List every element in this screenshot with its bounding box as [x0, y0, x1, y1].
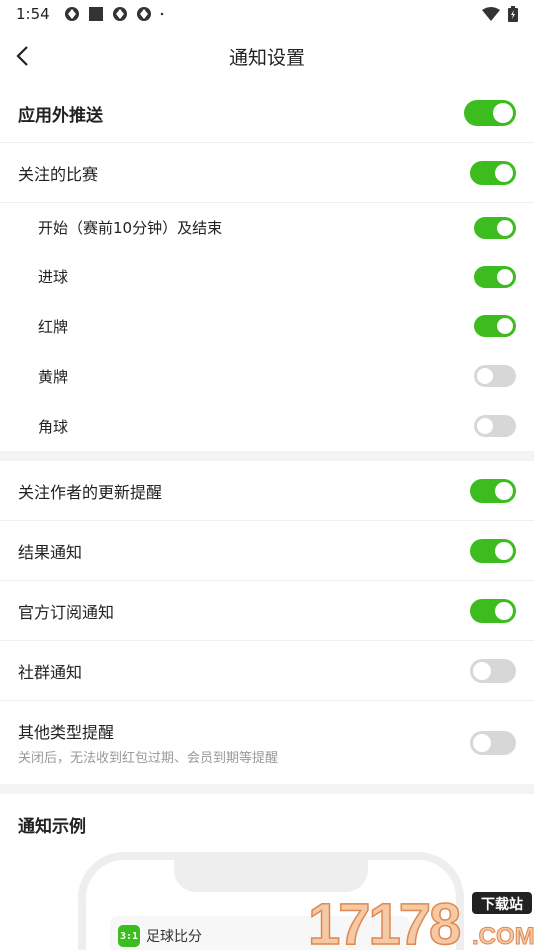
setting-label: 关注作者的更新提醒: [18, 482, 163, 502]
setting-label: 应用外推送: [18, 105, 103, 126]
result-notice-toggle[interactable]: [470, 538, 516, 563]
section-gap: [0, 451, 534, 461]
setting-row-goal: 进球: [0, 252, 534, 301]
watermark-logo: 17178 下载站 .COM: [308, 891, 534, 950]
setting-label: 结果通知: [18, 542, 83, 562]
setting-label: 黄牌: [38, 367, 69, 386]
setting-row-followed-matches: 关注的比赛: [0, 143, 534, 202]
watermark-number: 17178: [308, 892, 460, 950]
yellow-card-toggle[interactable]: [474, 365, 516, 387]
setting-label: 红牌: [38, 317, 69, 336]
example-section-title: 通知示例: [18, 817, 86, 837]
followed-matches-toggle[interactable]: [470, 160, 516, 185]
dot-icon: [160, 12, 163, 16]
battery-icon: [508, 6, 518, 22]
community-notice-toggle[interactable]: [470, 658, 516, 683]
setting-label: 开始（赛前10分钟）及结束: [38, 219, 223, 237]
square-icon: [88, 7, 103, 21]
setting-label: 角球: [38, 417, 69, 436]
goal-toggle[interactable]: [474, 265, 516, 288]
wifi-icon: [482, 7, 500, 21]
sync-icon: [64, 7, 79, 21]
page-title: 通知设置: [228, 46, 305, 69]
setting-row-result-notice: 结果通知: [0, 521, 534, 580]
setting-label: 其他类型提醒: [18, 723, 115, 742]
setting-row-other-reminders: 其他类型提醒 关闭后，无法收到红包过期、会员到期等提醒: [0, 701, 534, 784]
status-bar: 1:54: [0, 0, 534, 28]
watermark-domain: .COM: [472, 923, 534, 950]
setting-row-match-start-end: 开始（赛前10分钟）及结束: [0, 203, 534, 252]
setting-row-author-updates: 关注作者的更新提醒: [0, 461, 534, 520]
status-right: [482, 6, 518, 22]
section-gap: [0, 784, 534, 794]
sync-icon: [112, 7, 127, 21]
red-card-toggle[interactable]: [474, 315, 516, 337]
app-icon: 3:1: [118, 925, 140, 947]
corner-toggle[interactable]: [474, 415, 516, 437]
back-button[interactable]: [6, 40, 38, 72]
setting-row-red-card: 红牌: [0, 301, 534, 351]
other-reminders-toggle[interactable]: [470, 730, 516, 755]
setting-texts: 其他类型提醒 关闭后，无法收到红包过期、会员到期等提醒: [18, 719, 278, 766]
setting-row-community-notice: 社群通知: [0, 641, 534, 700]
push-outside-toggle[interactable]: [464, 100, 516, 126]
setting-label: 进球: [38, 268, 69, 286]
watermark-badge: 下载站: [481, 896, 523, 913]
setting-label: 社群通知: [18, 662, 83, 682]
status-time: 1:54: [16, 5, 50, 23]
setting-row-yellow-card: 黄牌: [0, 351, 534, 401]
chevron-left-icon: [16, 46, 28, 66]
setting-row-push-outside: 应用外推送: [0, 84, 534, 142]
setting-label: 官方订阅通知: [18, 602, 115, 622]
setting-description: 关闭后，无法收到红包过期、会员到期等提醒: [18, 751, 279, 766]
app-name: 足球比分: [146, 929, 202, 945]
setting-label: 关注的比赛: [18, 164, 99, 184]
setting-row-official-subscription: 官方订阅通知: [0, 581, 534, 640]
sync-icon: [136, 7, 151, 21]
official-subscription-toggle[interactable]: [470, 598, 516, 623]
match-start-end-toggle[interactable]: [474, 216, 516, 239]
setting-row-corner: 角球: [0, 401, 534, 451]
nav-bar: 通知设置: [0, 28, 534, 84]
author-updates-toggle[interactable]: [470, 478, 516, 503]
